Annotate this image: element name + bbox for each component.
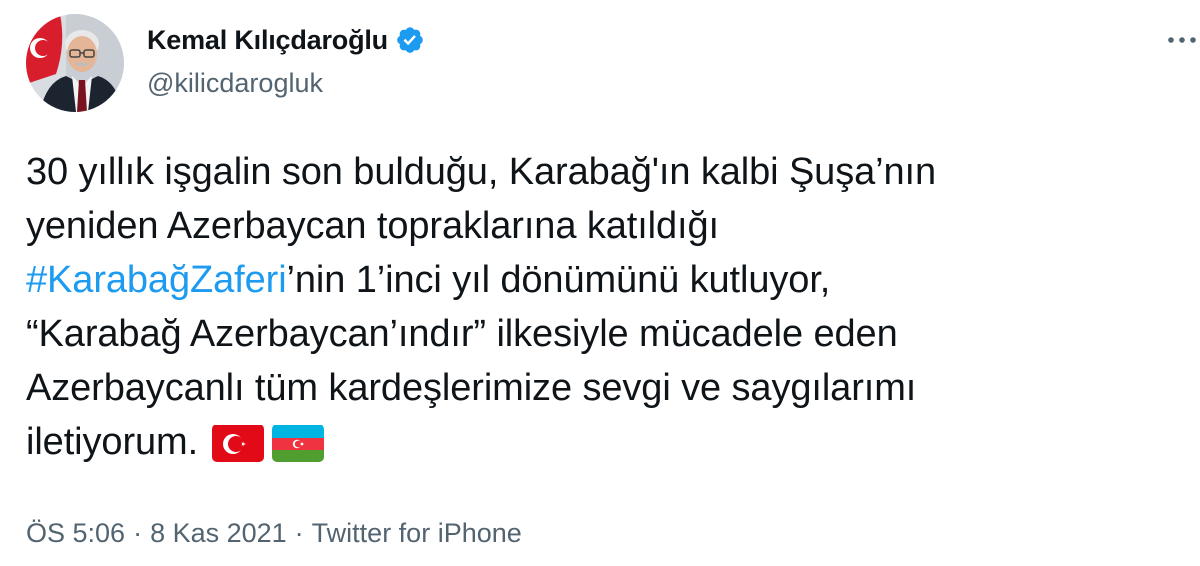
tweet-meta: ÖS 5:06 · 8 Kas 2021 · Twitter for iPhone [26, 518, 522, 549]
tweet-line-3-rest: ’nin 1’inci yıl dönümünü kutluyor, [286, 259, 831, 301]
tweet-line-5: Azerbaycanlı tüm kardeşlerimize sevgi ve… [26, 367, 917, 409]
tweet-line-6: iletiyorum. [26, 415, 1186, 469]
author-avatar[interactable] [26, 14, 124, 112]
profile-photo [26, 14, 124, 112]
tweet-date[interactable]: 8 Kas 2021 [150, 518, 287, 548]
tweet-line-2: yeniden Azerbaycan topraklarına katıldığ… [26, 205, 719, 247]
turkey-flag-icon [212, 424, 265, 462]
azerbaijan-flag-icon [272, 424, 325, 462]
verified-badge-icon [395, 25, 425, 55]
tweet-card: Kemal Kılıçdaroğlu @kilicdarogluk 30 yıl… [0, 0, 1200, 566]
meta-separator: · [294, 518, 304, 548]
tweet-line-1: 30 yıllık işgalin son bulduğu, Karabağ'ı… [26, 151, 937, 193]
tweet-time[interactable]: ÖS 5:06 [26, 518, 125, 548]
tweet-text: 30 yıllık işgalin son bulduğu, Karabağ'ı… [26, 145, 1186, 469]
author-info: Kemal Kılıçdaroğlu @kilicdarogluk [147, 22, 425, 99]
author-display-name[interactable]: Kemal Kılıçdaroğlu [147, 25, 388, 56]
more-options-icon[interactable] [1164, 22, 1200, 58]
tweet-line-3: #KarabağZaferi’nin 1’inci yıl dönümünü k… [26, 253, 1186, 307]
tweet-line-6-text: iletiyorum. [26, 421, 199, 463]
author-handle[interactable]: @kilicdarogluk [147, 68, 425, 99]
tweet-line-4: “Karabağ Azerbaycan’ındır” ilkesiyle müc… [26, 313, 898, 355]
tweet-source[interactable]: Twitter for iPhone [312, 518, 522, 548]
author-name-row: Kemal Kılıçdaroğlu [147, 22, 425, 58]
hashtag-link[interactable]: #KarabağZaferi [26, 259, 287, 301]
meta-separator: · [133, 518, 143, 548]
